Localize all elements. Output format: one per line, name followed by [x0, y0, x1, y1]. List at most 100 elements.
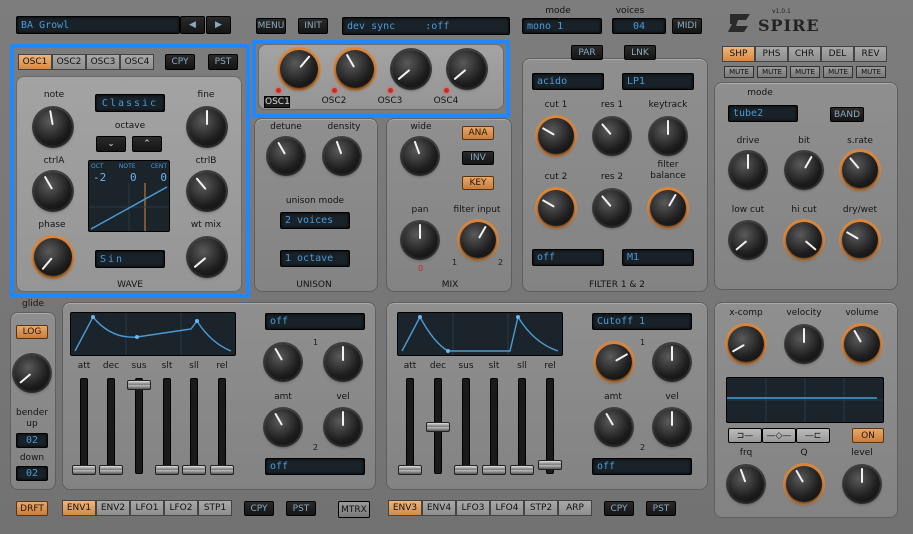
- tab-stp1[interactable]: STP1: [198, 500, 232, 516]
- tab-chr[interactable]: CHR: [788, 46, 821, 62]
- env1-slt-fader[interactable]: [155, 465, 179, 475]
- env3-sll-fader[interactable]: [510, 465, 534, 475]
- eq-peak-button[interactable]: —◇—: [762, 428, 796, 443]
- filter-routing1-display[interactable]: off: [532, 249, 604, 266]
- tab-osc4[interactable]: OSC4: [120, 54, 154, 70]
- filter-routing2-display[interactable]: M1: [622, 249, 694, 266]
- drive-knob[interactable]: [730, 152, 766, 188]
- env3-mod1-vel-knob[interactable]: [654, 344, 690, 380]
- eq-lowshelf-button[interactable]: ⊐—: [728, 428, 762, 443]
- detune-knob[interactable]: [268, 138, 304, 174]
- env3-sus-fader[interactable]: [454, 465, 478, 475]
- lowcut-knob[interactable]: [730, 222, 766, 258]
- osc-paste-button[interactable]: PST: [208, 54, 238, 70]
- env1-mod1-knob[interactable]: [265, 344, 301, 380]
- res2-knob[interactable]: [594, 190, 630, 226]
- unison-octave-display[interactable]: 1 octave: [280, 250, 350, 267]
- ctrlB-knob[interactable]: [188, 172, 226, 210]
- tab-rev[interactable]: REV: [854, 46, 887, 62]
- osc3-level-knob[interactable]: [392, 50, 430, 88]
- q-knob[interactable]: [786, 466, 822, 502]
- tab-stp2[interactable]: STP2: [524, 500, 558, 516]
- octave-down-button[interactable]: ⌄: [96, 136, 126, 152]
- env3-rel-fader[interactable]: [538, 460, 562, 470]
- hicut-knob[interactable]: [786, 222, 822, 258]
- env1-mod1-vel-knob[interactable]: [325, 344, 361, 380]
- tab-lfo4[interactable]: LFO4: [490, 500, 524, 516]
- env1-dest-bottom-display[interactable]: off: [265, 458, 365, 475]
- tab-arp[interactable]: ARP: [558, 500, 592, 516]
- env1-rel-fader[interactable]: [210, 465, 234, 475]
- inv-button[interactable]: INV: [462, 151, 494, 165]
- filter-input-knob[interactable]: [460, 222, 496, 258]
- osc1-level-knob[interactable]: [280, 50, 318, 88]
- filter-balance-knob[interactable]: [650, 190, 686, 226]
- filter1-type-display[interactable]: acido: [532, 73, 604, 90]
- mute-del-button[interactable]: MUTE: [823, 66, 853, 78]
- env1-sll-fader[interactable]: [182, 465, 206, 475]
- par-button[interactable]: PAR: [571, 45, 603, 60]
- wave-display[interactable]: Sin: [95, 250, 165, 268]
- env1-sus-fader[interactable]: [127, 380, 151, 390]
- mute-shp-button[interactable]: MUTE: [724, 66, 754, 78]
- tab-shp[interactable]: SHP: [722, 46, 755, 62]
- tab-env4[interactable]: ENV4: [422, 500, 456, 516]
- eq-on-button[interactable]: ON: [852, 428, 884, 443]
- eq-highshelf-button[interactable]: —⊏: [796, 428, 830, 443]
- tab-del[interactable]: DEL: [821, 46, 854, 62]
- osc4-level-knob[interactable]: [448, 50, 486, 88]
- lnk-button[interactable]: LNK: [624, 45, 656, 60]
- osc-copy-button[interactable]: CPY: [165, 54, 195, 70]
- env-right-copy-button[interactable]: CPY: [604, 501, 634, 516]
- glide-knob[interactable]: [14, 355, 50, 391]
- osc2-level-knob[interactable]: [336, 50, 374, 88]
- env3-slt-fader[interactable]: [482, 465, 506, 475]
- log-button[interactable]: LOG: [16, 325, 48, 339]
- wt-mix-knob[interactable]: [188, 238, 226, 276]
- keytrack-knob[interactable]: [650, 118, 686, 154]
- env3-dec-fader[interactable]: [426, 422, 450, 432]
- tab-phs[interactable]: PHS: [755, 46, 788, 62]
- xcomp-knob[interactable]: [728, 326, 764, 362]
- phase-knob[interactable]: [34, 238, 72, 276]
- wide-knob[interactable]: [402, 138, 438, 174]
- env3-dest-bottom-display[interactable]: off: [592, 458, 692, 475]
- env1-mod2-knob[interactable]: [265, 409, 301, 445]
- dev-sync-display[interactable]: dev sync :off: [342, 17, 510, 35]
- tab-lfo3[interactable]: LFO3: [456, 500, 490, 516]
- volume-knob[interactable]: [844, 326, 880, 362]
- env3-att-fader[interactable]: [398, 465, 422, 475]
- env3-mod1-knob[interactable]: [596, 344, 632, 380]
- velocity-knob[interactable]: [786, 326, 822, 362]
- mute-phs-button[interactable]: MUTE: [757, 66, 787, 78]
- drift-button[interactable]: DRFT: [16, 501, 48, 516]
- res1-knob[interactable]: [594, 118, 630, 154]
- preset-next-button[interactable]: ▶: [206, 16, 231, 34]
- fine-knob[interactable]: [188, 108, 226, 146]
- mute-chr-button[interactable]: MUTE: [790, 66, 820, 78]
- key-button[interactable]: KEY: [462, 176, 494, 190]
- env-left-paste-button[interactable]: PST: [286, 501, 316, 516]
- voices-display[interactable]: 04: [612, 18, 666, 34]
- env1-dest-top-display[interactable]: off: [265, 313, 365, 330]
- srate-knob[interactable]: [842, 152, 878, 188]
- note-knob[interactable]: [34, 108, 72, 146]
- osc-mode-display[interactable]: Classic: [95, 94, 165, 112]
- bit-knob[interactable]: [786, 152, 822, 188]
- menu-button[interactable]: MENU: [256, 18, 286, 34]
- density-knob[interactable]: [324, 138, 360, 174]
- drywet-knob[interactable]: [842, 222, 878, 258]
- cut1-knob[interactable]: [538, 118, 574, 154]
- mode-display[interactable]: mono 1: [522, 18, 602, 34]
- bender-down-display[interactable]: 02: [16, 466, 48, 481]
- pan-knob[interactable]: [402, 222, 438, 258]
- midi-button[interactable]: MIDI: [672, 18, 702, 34]
- preset-prev-button[interactable]: ◀: [180, 16, 205, 34]
- env1-dec-fader[interactable]: [99, 465, 123, 475]
- env3-dest-top-display[interactable]: Cutoff 1: [592, 313, 692, 330]
- preset-name-display[interactable]: BA Growl: [16, 16, 180, 34]
- tab-osc2[interactable]: OSC2: [52, 54, 86, 70]
- env3-mod2-vel-knob[interactable]: [654, 409, 690, 445]
- bender-up-display[interactable]: 02: [16, 433, 48, 448]
- unison-voices-display[interactable]: 2 voices: [280, 212, 350, 229]
